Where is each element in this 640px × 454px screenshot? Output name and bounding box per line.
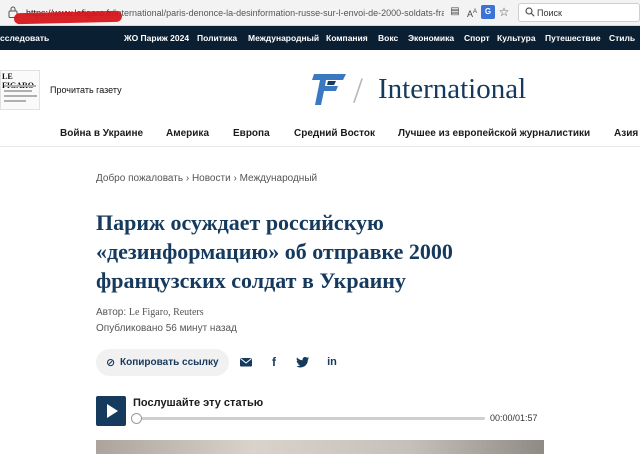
- paper-line: [4, 100, 26, 102]
- article-published: Опубликовано 56 минут назад: [96, 323, 237, 334]
- breadcrumb-item-international[interactable]: Международный: [240, 173, 318, 184]
- nav-item-explore[interactable]: сследовать: [0, 33, 49, 43]
- nav-item-travel[interactable]: Путешествие: [545, 33, 601, 43]
- section-logo-text[interactable]: International: [378, 73, 526, 106]
- paper-line: [4, 90, 32, 92]
- paper-thumb-title: LE FIGARO: [2, 72, 34, 90]
- top-navigation: сследовать ЖО Париж 2024 Политика Междун…: [0, 26, 640, 50]
- audio-time: 00:00/01:57: [490, 413, 538, 423]
- logo-slash: /: [353, 70, 364, 110]
- published-value: 56 минут назад: [165, 323, 237, 334]
- star-icon[interactable]: ☆: [497, 5, 511, 19]
- article-hero-image: [96, 440, 544, 454]
- nav-item-company[interactable]: Компания: [326, 33, 368, 43]
- section-item-europe[interactable]: Европа: [233, 128, 270, 139]
- browser-toolbar: https://www.lefigaro.fr/international/pa…: [0, 0, 640, 26]
- article-author: Автор: Le Figaro, Reuters: [96, 307, 204, 318]
- newspaper-thumbnail[interactable]: LE FIGARO: [0, 70, 40, 110]
- published-label: Опубликовано: [96, 323, 163, 334]
- search-input[interactable]: [537, 6, 633, 19]
- copy-link-label: Копировать ссылку: [120, 357, 219, 368]
- translate-icon[interactable]: G: [481, 5, 495, 19]
- read-paper-link[interactable]: Прочитать газету: [50, 85, 122, 95]
- copy-link-button[interactable]: ⊘ Копировать ссылку: [96, 349, 229, 376]
- section-item-middle-east[interactable]: Средний Восток: [294, 128, 375, 139]
- breadcrumb-separator: ›: [233, 173, 237, 184]
- section-item-america[interactable]: Америка: [166, 128, 209, 139]
- reader-icon[interactable]: ▤: [448, 5, 462, 19]
- breadcrumb-item-news[interactable]: Новости: [192, 173, 231, 184]
- figaro-f-logo[interactable]: [310, 72, 350, 107]
- section-item-asia[interactable]: Азия: [614, 128, 638, 139]
- audio-progress-track[interactable]: [131, 413, 485, 424]
- nav-item-culture[interactable]: Культура: [497, 33, 536, 43]
- breadcrumb: Добро пожаловать › Новости › Международн…: [96, 173, 317, 184]
- text-size-icon[interactable]: AA: [465, 5, 479, 19]
- search-icon: [525, 7, 535, 17]
- twitter-icon[interactable]: [296, 355, 310, 369]
- nav-item-jo-paris-2024[interactable]: ЖО Париж 2024: [124, 33, 189, 43]
- nav-item-sport[interactable]: Спорт: [464, 33, 490, 43]
- section-item-war-in-ukraine[interactable]: Война в Украине: [60, 128, 143, 139]
- nav-item-politics[interactable]: Политика: [197, 33, 237, 43]
- url-path: /international/paris-denonce-la-desinfor…: [112, 8, 444, 18]
- facebook-icon[interactable]: f: [267, 355, 281, 369]
- nav-item-economy[interactable]: Экономика: [408, 33, 454, 43]
- paper-line: [4, 85, 36, 87]
- nav-item-style[interactable]: Стиль: [609, 33, 635, 43]
- audio-seek-handle[interactable]: [131, 413, 142, 424]
- play-icon: [107, 404, 118, 418]
- section-navigation: Война в Украине Америка Европа Средний В…: [0, 123, 640, 147]
- breadcrumb-item-home[interactable]: Добро пожаловать: [96, 173, 183, 184]
- author-value[interactable]: Le Figaro, Reuters: [129, 307, 204, 318]
- email-icon[interactable]: [239, 355, 253, 369]
- link-icon: ⊘: [106, 357, 116, 369]
- breadcrumb-separator: ›: [185, 173, 190, 184]
- section-item-best-of-european-journalism[interactable]: Лучшее из европейской журналистики: [398, 128, 590, 139]
- nav-item-international[interactable]: Международный: [248, 33, 319, 43]
- article-headline: Париж осуждает российскую «дезинформацию…: [96, 210, 453, 293]
- nav-item-vox[interactable]: Вокс: [378, 33, 398, 43]
- red-highlight-mark: [13, 10, 123, 25]
- author-label: Автор:: [96, 307, 127, 318]
- search-box[interactable]: [518, 3, 640, 22]
- paper-line: [4, 95, 37, 97]
- listen-label: Послушайте эту статью: [133, 397, 264, 409]
- linkedin-icon[interactable]: in: [325, 355, 339, 369]
- play-button[interactable]: [96, 396, 126, 426]
